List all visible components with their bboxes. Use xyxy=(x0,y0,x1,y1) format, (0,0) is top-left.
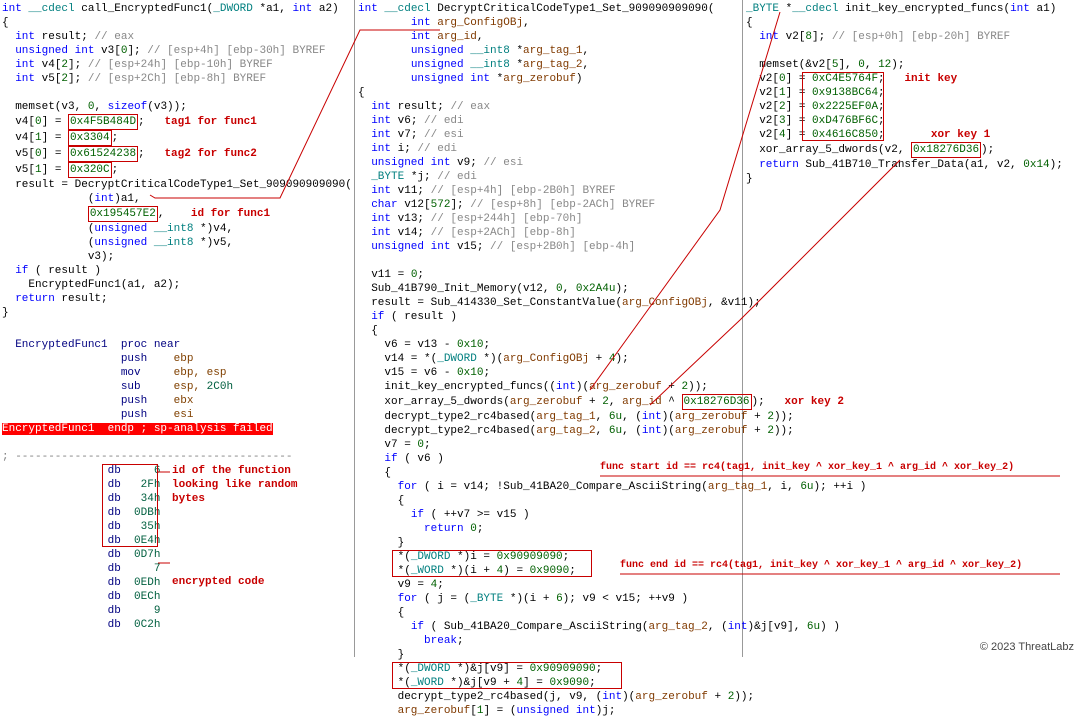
proc-start: EncryptedFunc1 proc near xyxy=(2,338,352,352)
id-bytes-note: id of the function looking like random b… xyxy=(172,464,297,506)
xor-key-1-line: v2[4] = 0x4616C850; xor key 1 xyxy=(746,128,1078,142)
decompiled-left-pane: int __cdecl call_EncryptedFunc1(_DWORD *… xyxy=(2,2,352,632)
func-signature: int __cdecl call_EncryptedFunc1(_DWORD *… xyxy=(2,2,352,16)
decompiled-right-pane: _BYTE *__cdecl init_key_encrypted_funcs(… xyxy=(746,2,1078,186)
proc-end-error: EncryptedFunc1 endp ; sp-analysis failed xyxy=(2,422,352,436)
separator-line: ; --------------------------------------… xyxy=(2,450,352,464)
copyright: © 2023 ThreatLabz xyxy=(980,641,1074,653)
init-key-line: v2[0] = 0xC4E5764F; init key xyxy=(746,72,1078,86)
id-func1-line: 0x195457E2, id for func1 xyxy=(2,206,352,222)
decompiled-mid-pane: int __cdecl DecryptCriticalCodeType1_Set… xyxy=(358,2,740,718)
func-end-id-note: func end id == rc4(tag1, init_key ^ xor_… xyxy=(620,560,1022,571)
xor-key-2-line: xor_array_5_dwords(arg_zerobuf + 2, arg_… xyxy=(358,394,740,410)
encrypted-code-note: encrypted code xyxy=(172,576,264,588)
func-start-id-note: func start id == rc4(tag1, init_key ^ xo… xyxy=(600,462,1014,473)
tag1-line: v4[0] = 0x4F5B484D; tag1 for func1 xyxy=(2,114,352,130)
tag2-line: v5[0] = 0x61524238; tag2 for func2 xyxy=(2,146,352,162)
